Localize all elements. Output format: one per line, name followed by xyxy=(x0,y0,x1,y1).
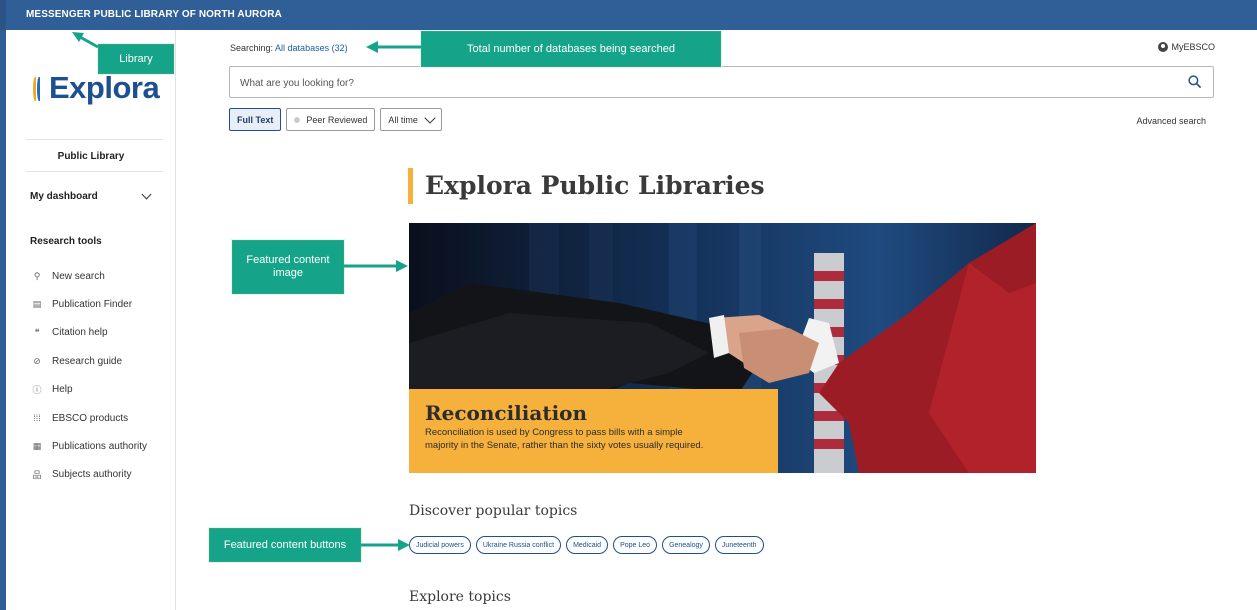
topic-chip[interactable]: Juneteenth xyxy=(714,536,764,554)
sidebar-item-label: Publication Finder xyxy=(52,299,133,311)
sidebar-item-label: Subjects authority xyxy=(52,469,132,481)
library-banner: MESSENGER PUBLIC LIBRARY OF NORTH AURORA xyxy=(0,0,1257,30)
logo-text: Explora xyxy=(49,70,160,105)
sidebar-item-ebsco-products[interactable]: ⁞⁞⁞ EBSCO products xyxy=(30,404,175,432)
date-range-dropdown[interactable]: All time xyxy=(380,108,442,131)
sidebar-divider xyxy=(26,139,163,140)
searching-info: Searching: All databases (32) xyxy=(230,43,348,53)
search-icon[interactable] xyxy=(1188,75,1201,88)
chevron-down-icon xyxy=(141,189,152,200)
arrow-head-icon xyxy=(366,41,378,53)
sidebar-item-label: Research guide xyxy=(52,355,123,367)
explore-topics-heading: Explore topics xyxy=(409,589,511,605)
callout-databases: Total number of databases being searched xyxy=(421,31,721,67)
sidebar-item-publication-finder[interactable]: ▤ Publication Finder xyxy=(30,290,175,318)
sidebar: Explora Public Library My dashboard Rese… xyxy=(6,30,176,610)
topic-chip[interactable]: Medicaid xyxy=(566,536,609,554)
help-icon: ⓘ xyxy=(32,385,42,396)
my-dashboard-label: My dashboard xyxy=(30,191,98,202)
page-title: Explora Public Libraries xyxy=(408,168,765,204)
grid-icon: ⁞⁞⁞ xyxy=(33,413,41,424)
topic-chip[interactable]: Genealogy xyxy=(662,536,710,554)
search-filters: Full Text Peer Reviewed All time xyxy=(229,108,442,131)
sidebar-item-citation-help[interactable]: ❝ Citation help xyxy=(30,319,175,347)
search-bar xyxy=(229,66,1214,98)
search-icon: ⚲ xyxy=(33,270,41,281)
user-icon xyxy=(1158,42,1169,52)
featured-title: Reconciliation xyxy=(425,401,588,425)
discover-topics-heading: Discover popular topics xyxy=(409,503,578,519)
chevron-down-icon xyxy=(424,111,436,124)
searching-label: Searching: xyxy=(230,43,274,53)
sidebar-divider xyxy=(26,171,163,172)
sidebar-item-help[interactable]: ⓘ Help xyxy=(30,376,175,404)
book-icon: ▦ xyxy=(32,441,42,452)
sidebar-item-publications-authority[interactable]: ▦ Publications authority xyxy=(30,432,175,460)
callout-text: Featured content xyxy=(246,254,330,266)
topic-buttons: Judicial powers Ukraine Russia conflict … xyxy=(409,536,764,554)
research-tools-heading: Research tools xyxy=(30,236,102,247)
full-text-label: Full Text xyxy=(237,114,274,125)
callout-text: image xyxy=(273,267,303,279)
sidebar-item-label: EBSCO products xyxy=(52,412,129,424)
search-input[interactable] xyxy=(240,74,1140,92)
featured-description-line: majority in the Senate, rather than the … xyxy=(425,440,704,451)
sidebar-item-research-guide[interactable]: ⊘ Research guide xyxy=(30,347,175,375)
date-range-label: All time xyxy=(388,114,418,125)
library-name: MESSENGER PUBLIC LIBRARY OF NORTH AURORA xyxy=(26,9,282,20)
myebsco-button[interactable]: MyEBSCO xyxy=(1158,42,1215,52)
research-tools-list: ⚲ New search ▤ Publication Finder ❝ Cita… xyxy=(30,262,175,489)
sidebar-item-label: Help xyxy=(52,384,73,396)
my-dashboard-toggle[interactable]: My dashboard xyxy=(30,189,152,202)
topic-chip[interactable]: Ukraine Russia conflict xyxy=(475,536,562,554)
sidebar-item-label: New search xyxy=(52,270,105,282)
topic-chip[interactable]: Pope Leo xyxy=(613,536,658,554)
callout-featured-buttons: Featured content buttons xyxy=(209,528,361,562)
callout-library: Library xyxy=(98,44,174,74)
explora-logo[interactable]: Explora xyxy=(33,70,160,106)
featured-caption[interactable]: Reconciliation Reconciliation is used by… xyxy=(409,389,778,473)
full-text-filter[interactable]: Full Text xyxy=(229,108,282,131)
compass-icon: ⊘ xyxy=(33,355,41,366)
sidebar-item-new-search[interactable]: ⚲ New search xyxy=(30,262,175,290)
toggle-dot-icon xyxy=(294,116,301,123)
featured-description-line: Reconciliation is used by Congress to pa… xyxy=(425,427,683,438)
document-icon: ▤ xyxy=(32,299,42,310)
databases-link[interactable]: All databases (32) xyxy=(275,43,348,53)
sidebar-item-subjects-authority[interactable]: 品 Subjects authority xyxy=(30,461,175,489)
advanced-search-link[interactable]: Advanced search xyxy=(1136,116,1206,126)
peer-reviewed-filter[interactable]: Peer Reviewed xyxy=(286,108,376,131)
peer-reviewed-label: Peer Reviewed xyxy=(306,114,368,125)
library-type-label: Public Library xyxy=(57,151,125,162)
explora-logo-icon xyxy=(33,73,45,103)
myebsco-label: MyEBSCO xyxy=(1171,42,1215,52)
quote-icon: ❝ xyxy=(34,327,40,338)
topic-chip[interactable]: Judicial powers xyxy=(409,536,471,554)
sidebar-item-label: Publications authority xyxy=(52,441,148,453)
sidebar-item-label: Citation help xyxy=(52,327,108,339)
callout-featured-image: Featured content image xyxy=(232,240,344,294)
arrow-head-icon xyxy=(396,260,408,272)
hierarchy-icon: 品 xyxy=(32,470,42,481)
